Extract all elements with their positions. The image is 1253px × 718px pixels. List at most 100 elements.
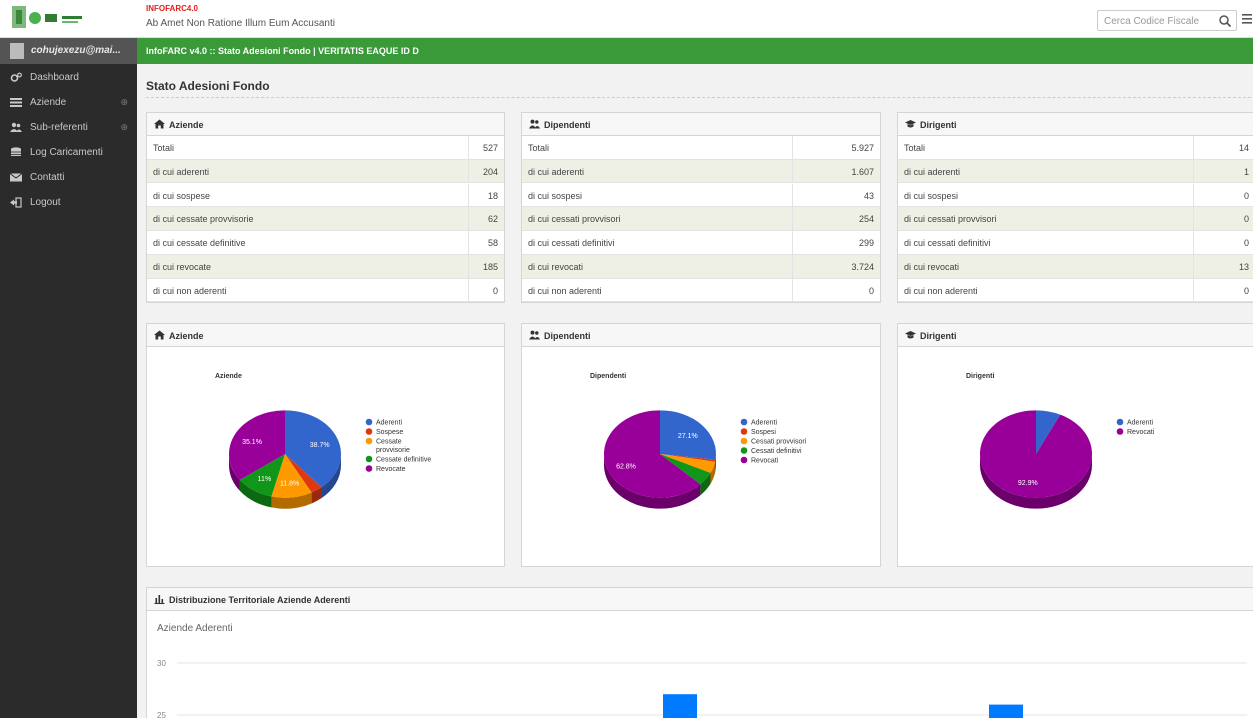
panel-title: Distribuzione Territoriale Aziende Adere…	[169, 595, 351, 605]
home-icon	[154, 119, 165, 129]
slice-percent-label: 38.7%	[310, 442, 330, 449]
panel-title: Aziende	[169, 331, 204, 341]
column-divider	[792, 183, 793, 207]
bar[interactable]	[989, 704, 1023, 718]
row-value: 254	[858, 214, 874, 225]
column-divider	[1193, 136, 1194, 159]
legend-swatch	[365, 428, 373, 435]
row-value: 3.724	[851, 262, 874, 272]
row-value: 58	[487, 238, 498, 249]
table-row: di cui sospesi 43	[522, 183, 880, 208]
user-row[interactable]: cohujexezu@mai...	[0, 38, 137, 64]
sidebar-item-log-caricamenti[interactable]: Log Caricamenti	[0, 140, 137, 165]
legend-label: Revocati	[1127, 429, 1155, 436]
chart-title: Aziende	[215, 373, 242, 380]
bar-panel-distribuzione: Distribuzione Territoriale Aziende Adere…	[146, 587, 1253, 718]
row-value: 0	[1243, 285, 1249, 296]
sidebar-item-dashboard[interactable]: Dashboard	[0, 65, 137, 90]
row-value: 5.927	[851, 143, 874, 153]
table-row: di cui cessati provvisori 254	[522, 207, 880, 231]
users-icon	[529, 330, 540, 340]
row-label: di cui revocati	[528, 262, 584, 272]
sidebar: cohujexezu@mai... Dashboard Aziende ⊕ Su…	[0, 38, 137, 718]
column-divider	[792, 159, 793, 183]
breadcrumb: InfoFARC v4.0 :: Stato Adesioni Fondo | …	[146, 46, 419, 56]
column-divider	[1193, 159, 1194, 183]
table-row: Totali 14	[898, 136, 1253, 160]
hamburger-menu-icon[interactable]	[1241, 12, 1253, 26]
panel-title: Dipendenti	[544, 331, 591, 341]
pie-chart-aziende: Aziende 38.7% 11.8% 11% 35.1% Aderenti Sospese…	[215, 373, 431, 509]
row-label: Totali	[904, 143, 926, 153]
table-row: di cui revocate 185	[147, 255, 504, 279]
home-icon	[154, 330, 165, 340]
legend-swatch	[365, 455, 373, 463]
legend-label: Aderenti	[751, 420, 778, 427]
row-value: 62	[487, 214, 498, 225]
users-icon	[10, 122, 22, 132]
column-divider	[468, 159, 469, 183]
table-row: Totali 527	[147, 136, 504, 160]
row-value: 299	[858, 238, 874, 249]
row-label: di cui aderenti	[904, 166, 961, 177]
avatar	[10, 43, 24, 59]
table-row: di cui sospesi 0	[898, 183, 1253, 208]
sidebar-item-label: Sub-referenti	[30, 122, 88, 133]
search-icon[interactable]	[1218, 14, 1232, 28]
table-row: di cui aderenti 1.607	[522, 159, 880, 184]
sidebar-item-logout[interactable]: Logout	[0, 190, 137, 215]
row-label: di cui cessati provvisori	[904, 214, 997, 225]
table-row: di cui non aderenti 0	[898, 278, 1253, 303]
sign-out-icon	[10, 197, 22, 208]
row-label: di cui cessate provvisorie	[153, 214, 254, 225]
row-label: di cui cessati definitivi	[528, 238, 615, 249]
panel-title: Dirigenti	[920, 120, 957, 130]
user-name: cohujexezu@mai...	[31, 45, 121, 56]
expand-icon[interactable]: ⊕	[120, 122, 128, 133]
slice-percent-label: 11%	[258, 476, 272, 483]
sidebar-item-aziende[interactable]: Aziende ⊕	[0, 90, 137, 115]
bar-chart-icon	[154, 595, 165, 604]
slice-percent-label: 35.1%	[242, 439, 262, 446]
search-input[interactable]	[1104, 14, 1212, 28]
sidebar-item-contatti[interactable]: Contatti	[0, 165, 137, 190]
sidebar-item-sub-referenti[interactable]: Sub-referenti ⊕	[0, 115, 137, 140]
stat-panel-dirigenti: Dirigenti Totali 14 di cui aderenti 1 di cui…	[897, 112, 1253, 303]
table-row: di cui cessati definitivi 0	[898, 231, 1253, 255]
row-label: di cui aderenti	[153, 166, 210, 177]
column-divider	[468, 136, 469, 159]
table-row: di cui non aderenti 0	[147, 278, 504, 303]
row-value: 0	[1243, 238, 1249, 249]
brand-title: INFOFARC4.0	[146, 4, 199, 13]
row-value: 0	[492, 285, 498, 296]
sidebar-item-label: Dashboard	[30, 72, 79, 83]
table-row: Totali 5.927	[522, 136, 880, 160]
legend-label: Cessati definitivi	[751, 448, 802, 455]
legend-label: Aderenti	[1127, 420, 1154, 427]
row-value: 43	[863, 190, 874, 201]
legend-label: Cessati provvisori	[751, 439, 807, 446]
row-value: 204	[482, 166, 498, 177]
envelope-icon	[10, 173, 22, 182]
row-label: Totali	[528, 143, 550, 153]
page-title: Stato Adesioni Fondo	[146, 79, 270, 93]
panel-header: Aziende	[147, 324, 504, 347]
row-value: 185	[482, 262, 498, 272]
panel-header: Dirigenti	[898, 324, 1253, 347]
row-label: di cui non aderenti	[153, 285, 227, 296]
sidebar-item-label: Aziende	[30, 97, 67, 108]
legend-swatch	[1116, 418, 1124, 426]
bar-chart-aziende-aderenti: Aziende Aderenti 30 25	[157, 623, 1247, 718]
expand-icon[interactable]: ⊕	[120, 97, 128, 108]
y-tick-label: 30	[157, 659, 166, 668]
bar[interactable]	[663, 694, 697, 718]
logo[interactable]	[8, 4, 128, 34]
y-tick-label: 25	[157, 711, 166, 718]
legend-label: Sospese	[376, 429, 403, 436]
legend-swatch	[365, 418, 373, 426]
legend-swatch	[365, 465, 373, 472]
row-label: di cui revocate	[153, 262, 212, 272]
panel-header: Dipendenti	[522, 324, 880, 347]
row-label: di cui cessate definitive	[153, 238, 246, 249]
pie-panel-dipendenti: Dipendenti Dipendenti 27.1% 62.8% Aderenti S…	[521, 323, 881, 567]
